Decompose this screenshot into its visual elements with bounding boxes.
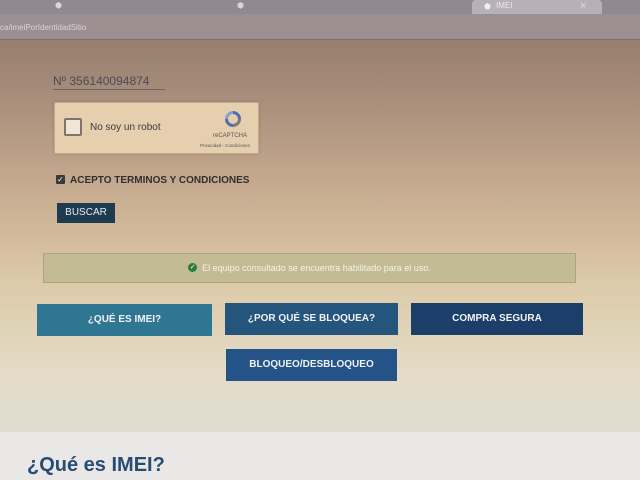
recaptcha-label: No soy un robot (90, 122, 161, 133)
safe-purchase-button[interactable]: COMPRA SEGURA (411, 303, 583, 335)
terms-label: ACEPTO TERMINOS Y CONDICIONES (70, 175, 250, 186)
address-bar[interactable]: ca/imeiPorIdentidadSitio (0, 14, 640, 40)
recaptcha-checkbox[interactable] (64, 118, 82, 136)
shield-icon: ⬟ (484, 2, 491, 11)
recaptcha-logo-icon (225, 111, 241, 127)
status-message: El equipo consultado se encuentra habili… (202, 263, 431, 273)
recaptcha-widget: No soy un robot reCAPTCHA Privacidad - C… (54, 102, 259, 154)
search-button[interactable]: BUSCAR (57, 203, 115, 223)
section-title: ¿Qué es IMEI? (27, 454, 165, 476)
block-unblock-button[interactable]: BLOQUEO/DESBLOQUEO (226, 349, 397, 381)
tab-favicon-icon[interactable]: ⬢ (55, 0, 62, 14)
recaptcha-links[interactable]: Privacidad - Condiciones (190, 143, 260, 148)
status-alert: ✓ El equipo consultado se encuentra habil… (43, 253, 576, 283)
terms-checkbox[interactable]: ✓ (56, 175, 65, 184)
browser-tab-bar: ⬢ ⬢ ⬟ IMEI × (0, 0, 640, 14)
close-icon[interactable]: × (580, 0, 586, 12)
imei-input[interactable]: Nº 356140094874 (53, 72, 165, 90)
why-blocked-button[interactable]: ¿POR QUÉ SE BLOQUEA? (225, 303, 398, 335)
what-is-imei-button[interactable]: ¿QUÉ ES IMEI? (37, 304, 212, 336)
recaptcha-brand: reCAPTCHA (212, 133, 247, 139)
url-text: ca/imeiPorIdentidadSitio (0, 23, 87, 32)
tab-label: IMEI (496, 1, 513, 10)
tab-favicon-icon[interactable]: ⬢ (237, 0, 244, 14)
check-circle-icon: ✓ (188, 263, 198, 273)
